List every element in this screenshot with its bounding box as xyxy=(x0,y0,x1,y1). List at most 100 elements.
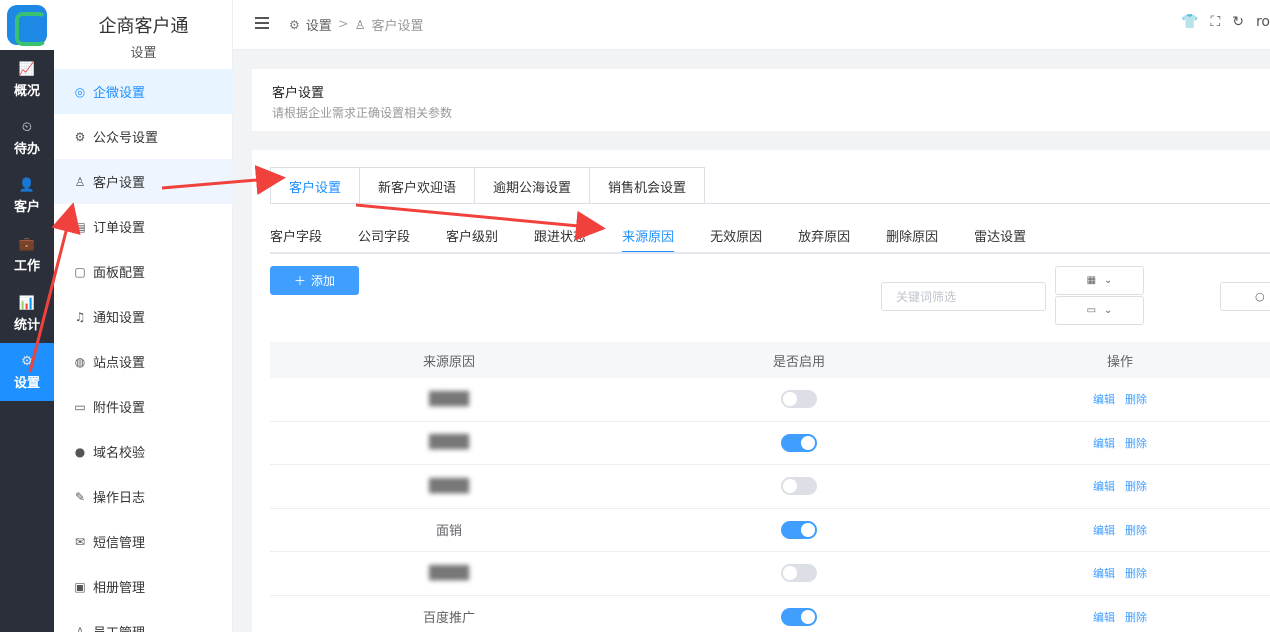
chevron-down-icon: ⌄ xyxy=(1104,305,1113,316)
subtab[interactable]: 客户字段 xyxy=(270,221,322,253)
submenu-item[interactable]: ◎ 企微设置 xyxy=(54,69,233,114)
breadcrumb-root[interactable]: 设置 xyxy=(306,15,332,34)
enabled-toggle[interactable] xyxy=(781,564,817,583)
rail-item[interactable]: 👤 客户 xyxy=(0,167,54,225)
folder-dropdown[interactable]: ▭ ⌄ xyxy=(1055,296,1144,325)
subtab[interactable]: 跟进状态 xyxy=(534,221,586,253)
submenu-item-label: 短信管理 xyxy=(93,536,146,551)
refresh-icon[interactable]: ↻ xyxy=(1232,14,1244,30)
submenu-item[interactable]: ♙ 员工管理 xyxy=(54,609,233,632)
submenu-item[interactable]: ▤ 订单设置 xyxy=(54,204,233,249)
actions-cell: 编辑 删除 xyxy=(970,378,1270,421)
submenu-item[interactable]: ▣ 相册管理 xyxy=(54,564,233,609)
redacted-text: ████ xyxy=(429,565,469,581)
mail-icon: ✉ xyxy=(74,534,86,549)
subtab[interactable]: 删除原因 xyxy=(886,221,938,253)
table-row: ████ 编辑 删除 xyxy=(270,378,1270,422)
source-reason-cell: ████ xyxy=(270,552,628,595)
edit-link[interactable]: 编辑 xyxy=(1093,391,1115,407)
collapse-menu-icon[interactable] xyxy=(255,17,269,29)
rail-item[interactable]: ⏲ 待办 xyxy=(0,109,54,167)
top-bar: ⚙ 设置 > ♙ 客户设置 👕 ⛶ ↻ ro xyxy=(233,0,1270,50)
settings-tab[interactable]: 销售机会设置 xyxy=(590,168,705,204)
enabled-toggle[interactable] xyxy=(781,477,817,496)
top-right-tools: 👕 ⛶ ↻ ro xyxy=(1181,14,1270,30)
edit-link[interactable]: 编辑 xyxy=(1093,522,1115,538)
bell-icon: ♫ xyxy=(74,309,86,324)
search-button[interactable]: ○ xyxy=(1220,282,1270,311)
actions-cell: 编辑 删除 xyxy=(970,552,1270,595)
submenu-item[interactable]: ♙ 客户设置 xyxy=(54,159,233,204)
chevron-down-icon: ⌄ xyxy=(1104,275,1113,286)
rail-item-label: 概况 xyxy=(13,83,40,99)
edit-link[interactable]: 编辑 xyxy=(1093,609,1115,625)
fullscreen-icon[interactable]: ⛶ xyxy=(1210,14,1220,30)
settings-main-card: 客户设置 新客户欢迎语 逾期公海设置 销售机会设置 客户字段 公司字段 客户级别 跟进状态来… xyxy=(252,150,1270,632)
submenu-item-label: 公众号设置 xyxy=(93,131,159,146)
subtab[interactable]: 无效原因 xyxy=(710,221,762,253)
user-icon: 👤 xyxy=(18,177,36,193)
settings-tab[interactable]: 客户设置 xyxy=(271,168,361,204)
rail-item[interactable]: 📈 概况 xyxy=(0,51,54,109)
submenu-item[interactable]: ✉ 短信管理 xyxy=(54,519,233,564)
enabled-toggle[interactable] xyxy=(781,520,817,539)
submenu-item[interactable]: ▢ 面板配置 xyxy=(54,249,233,294)
edit-link[interactable]: 编辑 xyxy=(1093,435,1115,451)
enabled-toggle[interactable] xyxy=(781,607,817,626)
logo-mark-icon xyxy=(7,5,47,46)
globe-icon: ◍ xyxy=(74,354,86,369)
rail-item[interactable]: ⚙ 设置 xyxy=(0,343,54,401)
delete-link[interactable]: 删除 xyxy=(1125,522,1147,538)
edit-link[interactable]: 编辑 xyxy=(1093,478,1115,494)
plus-icon: ＋ xyxy=(293,274,306,288)
enabled-cell xyxy=(628,378,970,421)
app-logo[interactable] xyxy=(0,0,54,50)
actions-cell: 编辑 删除 xyxy=(970,509,1270,552)
user-icon: ♙ xyxy=(354,17,366,32)
subtab[interactable]: 来源原因 xyxy=(622,221,675,253)
rail-item[interactable]: 📊 统计 xyxy=(0,285,54,343)
edit-link[interactable]: 编辑 xyxy=(1093,565,1115,581)
table-header: 来源原因 是否启用 操作 xyxy=(270,342,1270,378)
settings-tabs: 客户设置 新客户欢迎语 逾期公海设置 销售机会设置 xyxy=(270,167,706,204)
user-name[interactable]: ro xyxy=(1256,14,1270,30)
redacted-text: ████ xyxy=(429,435,469,451)
subtab[interactable]: 公司字段 xyxy=(358,221,410,253)
submenu-item-label: 站点设置 xyxy=(93,356,146,371)
rail-item-label: 待办 xyxy=(13,141,40,157)
add-button[interactable]: ＋ 添加 xyxy=(270,266,359,295)
add-button-label: 添加 xyxy=(311,274,336,288)
column-view-dropdown[interactable]: ▦ ⌄ xyxy=(1055,266,1144,295)
settings-tab[interactable]: 逾期公海设置 xyxy=(475,168,591,204)
delete-link[interactable]: 删除 xyxy=(1125,435,1147,451)
page-description: 请根据企业需求正确设置相关参数 xyxy=(272,106,453,120)
folder-icon: ▭ xyxy=(1086,305,1097,316)
subtab[interactable]: 客户级别 xyxy=(446,221,498,253)
redacted-text: ████ xyxy=(429,391,469,407)
submenu-item[interactable]: ● 域名校验 xyxy=(54,429,233,474)
rail-item[interactable]: 💼 工作 xyxy=(0,226,54,284)
theme-shirt-icon[interactable]: 👕 xyxy=(1181,14,1198,30)
table-row: ████ 编辑 删除 xyxy=(270,552,1270,596)
submenu-item-label: 企微设置 xyxy=(93,86,146,101)
submenu-item[interactable]: ⚙ 公众号设置 xyxy=(54,114,233,159)
staff-icon: ♙ xyxy=(74,624,86,632)
submenu-item[interactable]: ▭ 附件设置 xyxy=(54,384,233,429)
delete-link[interactable]: 删除 xyxy=(1125,565,1147,581)
app-title: 企商客户通 xyxy=(98,16,189,37)
delete-link[interactable]: 删除 xyxy=(1125,391,1147,407)
enabled-toggle[interactable] xyxy=(781,433,817,452)
subtab[interactable]: 雷达设置 xyxy=(974,221,1026,253)
submenu-item[interactable]: ♫ 通知设置 xyxy=(54,294,233,339)
submenu-item[interactable]: ✎ 操作日志 xyxy=(54,474,233,519)
actions-cell: 编辑 删除 xyxy=(970,465,1270,508)
delete-link[interactable]: 删除 xyxy=(1125,609,1147,625)
submenu-item-label: 客户设置 xyxy=(93,176,146,191)
keyword-filter-input[interactable]: 关键词筛选 xyxy=(881,282,1046,311)
settings-tab[interactable]: 新客户欢迎语 xyxy=(360,168,476,204)
delete-link[interactable]: 删除 xyxy=(1125,478,1147,494)
log-icon: ✎ xyxy=(74,489,86,504)
subtab[interactable]: 放弃原因 xyxy=(798,221,850,253)
submenu-item[interactable]: ◍ 站点设置 xyxy=(54,339,233,384)
enabled-toggle[interactable] xyxy=(781,390,817,409)
